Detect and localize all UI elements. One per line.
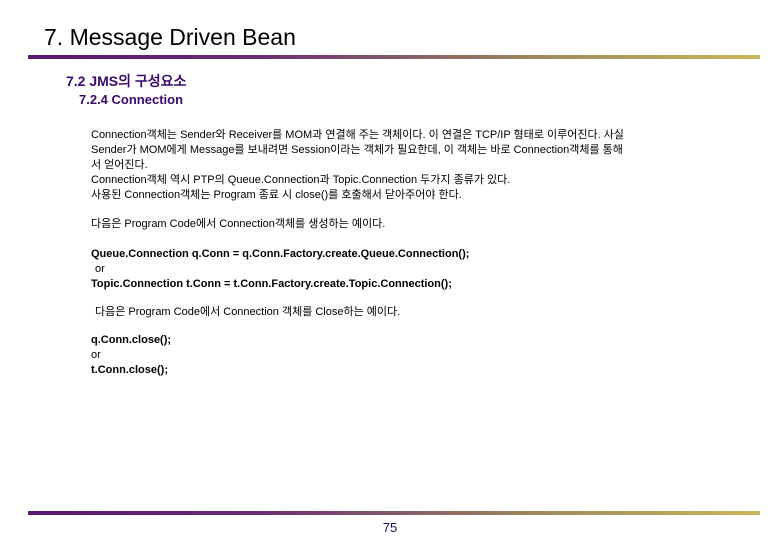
or-separator: or	[95, 263, 105, 275]
description-line: 서 얻어진다.	[91, 159, 148, 171]
description-line: Connection객체 역시 PTP의 Queue.Connection과 T…	[91, 174, 511, 186]
description-line: Connection객체는 Sender와 Receiver를 MOM과 연결해…	[91, 129, 624, 141]
section-heading: 7.2 JMS의 구성요소	[66, 73, 187, 89]
slide-title: 7. Message Driven Bean	[44, 24, 296, 50]
description-line: Sender가 MOM에게 Message를 보내려면 Session이라는 객…	[91, 144, 623, 156]
queue-close-code: q.Conn.close();	[91, 334, 172, 346]
close-intro-text: 다음은 Program Code에서 Connection 객체를 Close하…	[95, 306, 401, 318]
close-example-intro: 다음은 Program Code에서 Connection 객체를 Close하…	[91, 305, 711, 320]
top-divider	[28, 55, 760, 59]
create-code-block: Queue.Connection q.Conn = q.Conn.Factory…	[91, 247, 711, 292]
close-code-block: q.Conn.close(); or t.Conn.close();	[91, 333, 711, 378]
queue-connection-code: Queue.Connection q.Conn = q.Conn.Factory…	[91, 248, 470, 260]
description-paragraph: Connection객체는 Sender와 Receiver를 MOM과 연결해…	[91, 128, 711, 203]
or-separator: or	[91, 349, 101, 361]
subsection-heading: 7.2.4 Connection	[79, 92, 184, 107]
create-example-intro: 다음은 Program Code에서 Connection객체를 생성하는 예이…	[91, 217, 711, 232]
description-line: 사용된 Connection객체는 Program 종료 시 close()를 …	[91, 189, 462, 201]
topic-close-code: t.Conn.close();	[91, 364, 168, 376]
topic-connection-code: Topic.Connection t.Conn = t.Conn.Factory…	[91, 278, 452, 290]
page-number: 75	[382, 520, 398, 535]
create-intro-text: 다음은 Program Code에서 Connection객체를 생성하는 예이…	[91, 218, 386, 230]
bottom-divider	[28, 511, 760, 515]
